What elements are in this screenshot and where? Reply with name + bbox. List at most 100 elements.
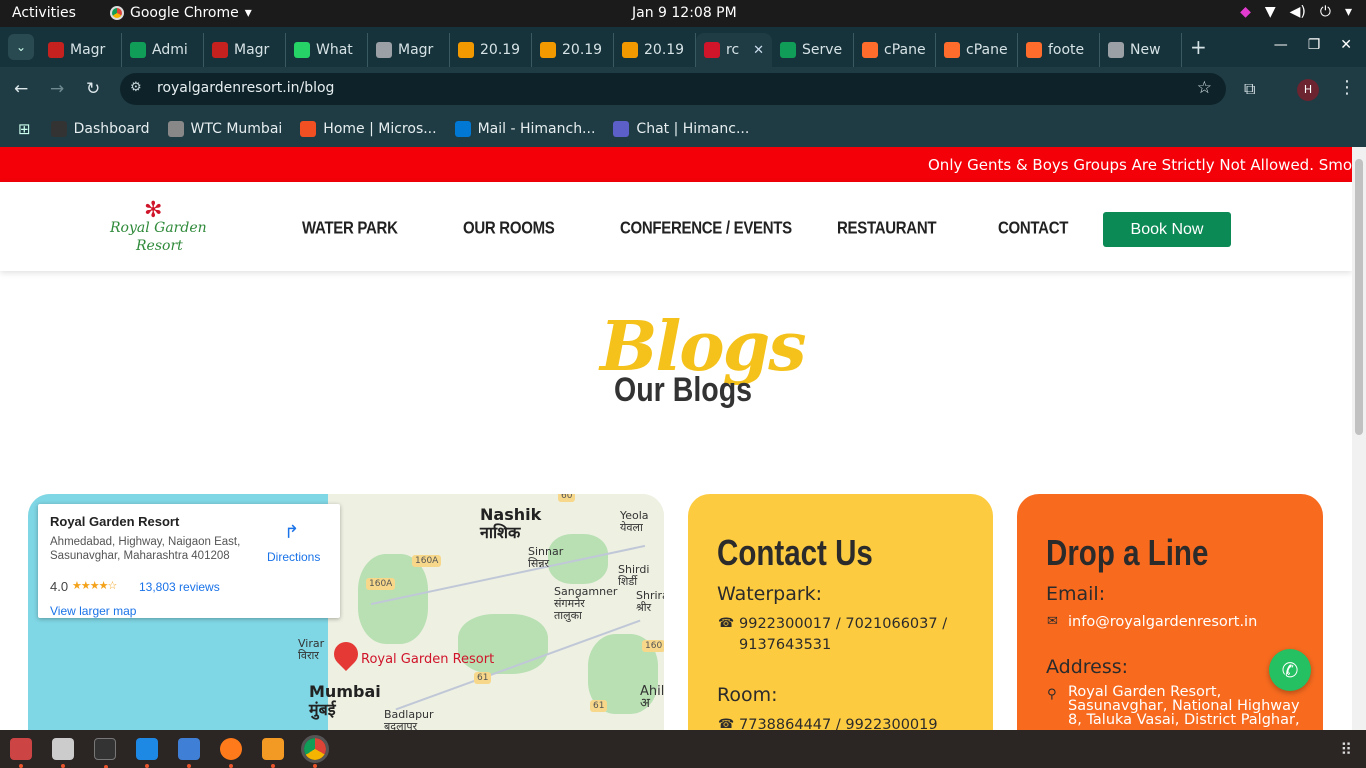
address-bar[interactable]: ⚙ royalgardenresort.in/blog ☆ [120, 73, 1226, 105]
activities-button[interactable]: Activities [12, 5, 76, 21]
browser-tab[interactable]: Magr [368, 33, 450, 67]
map-city-shrira: Shriraश्रीर [636, 589, 664, 614]
browser-tab[interactable]: What [286, 33, 368, 67]
system-tray[interactable]: ◆ ▼ ◀) ⏻ ▾ [1240, 4, 1352, 20]
tab-favicon-icon [780, 42, 796, 58]
tab-label: Magr [70, 42, 106, 58]
bookmark-item[interactable]: WTC Mumbai [167, 121, 282, 137]
browser-tab[interactable]: 20.19 [532, 33, 614, 67]
directions-link[interactable]: Directions [267, 550, 320, 564]
site-info-icon[interactable]: ⚙ [130, 80, 142, 95]
profile-avatar[interactable]: H [1297, 79, 1319, 101]
forward-icon[interactable]: → [50, 79, 64, 99]
files-icon[interactable] [52, 738, 74, 768]
minimize-icon[interactable]: — [1274, 37, 1288, 53]
bookmark-item[interactable]: Mail - Himanch... [454, 121, 596, 137]
site-logo[interactable]: ✻ Royal Garden Resort [106, 196, 212, 260]
browser-tab[interactable]: Magr [40, 33, 122, 67]
tab-close-icon[interactable]: ✕ [753, 43, 764, 58]
app-name: Google Chrome [130, 5, 239, 21]
chevron-down-icon[interactable]: ▾ [1345, 4, 1352, 20]
page-scrollbar[interactable] [1352, 147, 1366, 730]
browser-tab[interactable]: cPane [936, 33, 1018, 67]
wifi-icon[interactable]: ▼ [1265, 4, 1276, 20]
address-label: Address: [1046, 656, 1129, 678]
close-icon[interactable]: ✕ [1340, 37, 1352, 53]
book-now-button[interactable]: Book Now [1103, 212, 1231, 247]
rating-stars-icon: ★★★★☆ [72, 579, 117, 592]
map-highway-shield: 61 [590, 700, 608, 712]
apps-grid-icon[interactable]: ⊞ [18, 120, 31, 138]
browser-tab[interactable]: Magr [204, 33, 286, 67]
nav-conference-events[interactable]: CONFERENCE / EVENTS [620, 219, 792, 239]
browser-tab[interactable]: 20.19 [450, 33, 532, 67]
extensions-icon[interactable]: ⧉ [1244, 79, 1255, 99]
nav-restaurant[interactable]: RESTAURANT [837, 219, 937, 239]
chrome-icon[interactable] [301, 735, 329, 768]
chrome-icon [110, 6, 124, 20]
bookmark-item[interactable]: Home | Micros... [300, 121, 437, 137]
scrollbar-thumb[interactable] [1355, 159, 1363, 435]
waterpark-phones[interactable]: 9922300017 / 7021066037 / [739, 614, 947, 635]
menu-icon[interactable]: ⋮ [1338, 77, 1356, 98]
chevron-down-icon: ▾ [244, 5, 252, 21]
nav-our-rooms[interactable]: OUR ROOMS [463, 219, 555, 239]
place-rating: 4.0 [50, 579, 69, 594]
tab-favicon-icon [944, 42, 960, 58]
tab-search-button[interactable]: ⌄ [8, 34, 34, 60]
map-highway-shield: 61 [474, 672, 492, 684]
map-city-virar: Virar विरार [298, 637, 325, 662]
reload-icon[interactable]: ↻ [86, 79, 100, 99]
vscode-icon[interactable] [136, 738, 158, 768]
browser-tab[interactable]: Serve [772, 33, 854, 67]
browser-tab[interactable]: Admi [122, 33, 204, 67]
volume-icon[interactable]: ◀) [1290, 4, 1306, 20]
browser-tab[interactable]: 20.19 [614, 33, 696, 67]
bookmark-item[interactable]: Dashboard [50, 121, 150, 137]
text-editor-icon[interactable] [178, 738, 200, 768]
directions-icon[interactable]: ↱ [284, 522, 304, 543]
sublime-icon[interactable] [262, 738, 284, 768]
room-phones[interactable]: 7738864447 / 9922300019 [739, 715, 938, 730]
app-menu[interactable]: Google Chrome ▾ [110, 5, 252, 21]
reviews-link[interactable]: 13,803 reviews [139, 580, 220, 594]
bookmark-star-icon[interactable]: ☆ [1197, 78, 1212, 98]
map-pin-label[interactable]: Royal Garden Resort [361, 652, 494, 667]
browser-tab[interactable]: foote [1018, 33, 1100, 67]
clock[interactable]: Jan 9 12:08 PM [632, 5, 737, 21]
address-line-3: 8, Taluka Vasai, District Palghar, [1068, 712, 1300, 728]
firefox-icon[interactable] [220, 738, 242, 768]
url-text[interactable]: royalgardenresort.in/blog [157, 80, 334, 96]
address-line-1: Royal Garden Resort, [1068, 684, 1222, 700]
browser-tab[interactable]: New [1100, 33, 1182, 67]
dock-app-icon[interactable] [10, 738, 32, 768]
power-icon[interactable]: ⏻ [1320, 4, 1331, 20]
back-icon[interactable]: ← [14, 79, 28, 99]
nav-contact[interactable]: CONTACT [998, 219, 1068, 239]
maximize-icon[interactable]: ❐ [1308, 37, 1321, 53]
site-header: ✻ Royal Garden Resort WATER PARK OUR ROO… [0, 182, 1352, 271]
bookmark-label: Mail - Himanch... [477, 121, 596, 137]
terminal-icon[interactable] [94, 738, 116, 768]
app-indicator-icon[interactable]: ◆ [1240, 4, 1251, 20]
map-highway-shield: 160A [366, 578, 396, 590]
google-map-embed[interactable]: Nashik नाशिक Sinnar सिन्नर Yeola येवला Shir… [28, 494, 664, 730]
page-title: Our Blogs [614, 371, 753, 409]
taskbar: ⠿ [0, 730, 1366, 768]
map-city-ahil: Ahil अ [640, 684, 664, 711]
new-tab-button[interactable]: + [1190, 37, 1207, 57]
window-controls: — ❐ ✕ [1274, 37, 1352, 53]
waterpark-phones-2[interactable]: 9137643531 [739, 635, 831, 656]
contact-card: Contact Us Waterpark: ☎ 9922300017 / 702… [688, 494, 993, 730]
view-larger-map-link[interactable]: View larger map [50, 604, 136, 618]
browser-tab[interactable]: rc ✕ [696, 33, 772, 67]
nav-water-park[interactable]: WATER PARK [302, 219, 398, 239]
address-line-2: Sasunavghar, National Highway [1068, 698, 1300, 714]
tab-favicon-icon [1108, 42, 1124, 58]
browser-tab[interactable]: cPane [854, 33, 936, 67]
tab-strip: ⌄ Magr Admi Magr What Magr 20.19 20.19 20.19 rc ✕… [0, 27, 1366, 67]
email-link[interactable]: info@royalgardenresort.in [1068, 612, 1257, 633]
bookmark-item[interactable]: Chat | Himanc... [613, 121, 749, 137]
whatsapp-button[interactable]: ✆ [1269, 649, 1311, 691]
show-apps-icon[interactable]: ⠿ [1340, 740, 1352, 759]
